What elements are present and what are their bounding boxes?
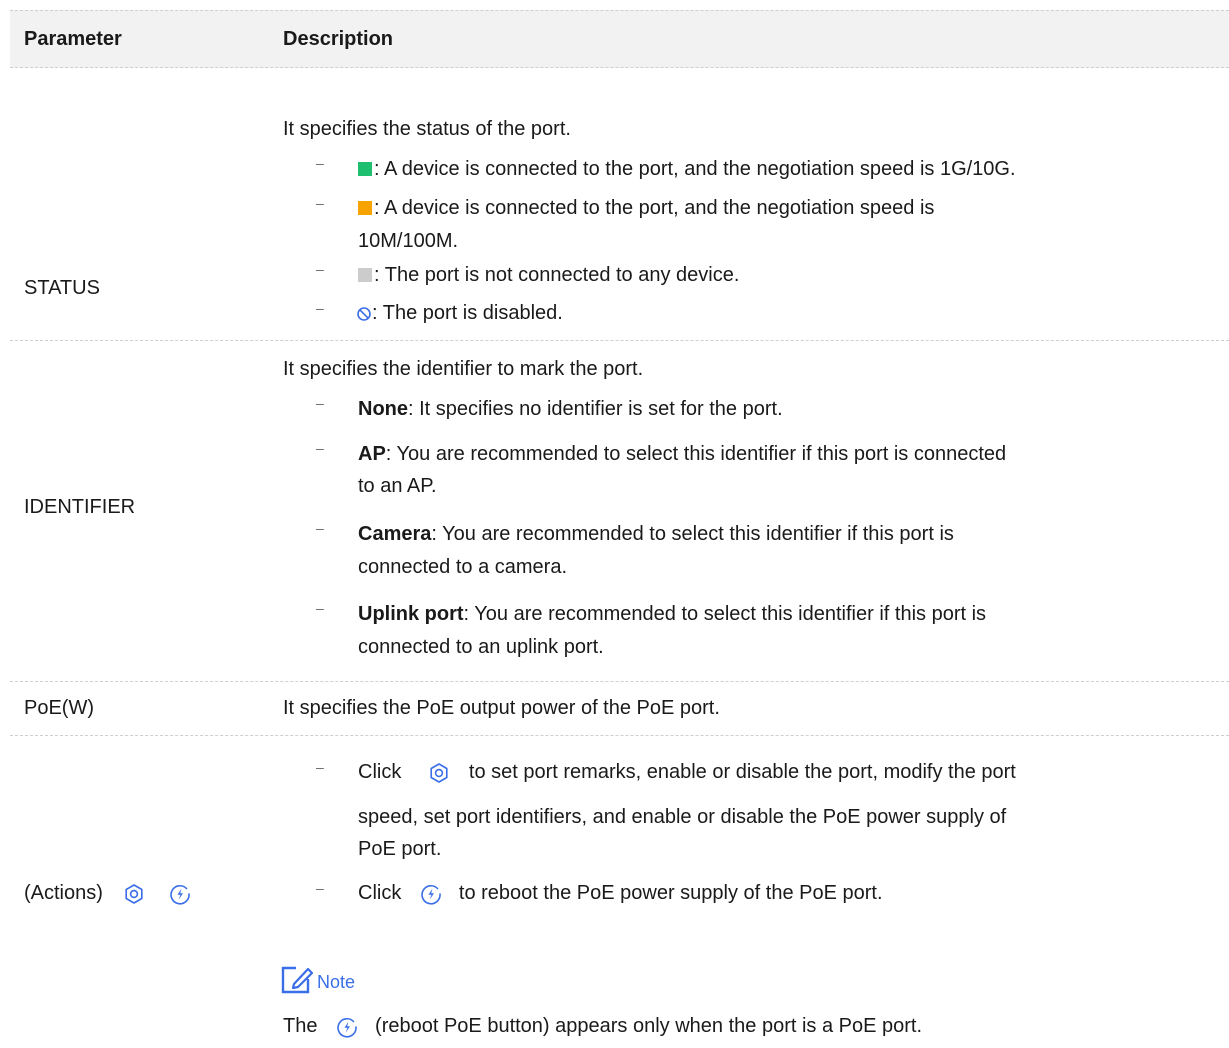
gray-status-square: [358, 268, 372, 282]
action-text: to reboot the PoE power supply of the Po…: [458, 882, 883, 904]
status-intro: It specifies the status of the port.: [283, 118, 571, 140]
reboot-poe-icon: [421, 884, 441, 905]
status-item-text: : A device is connected to the port, and…: [374, 197, 935, 219]
list-bullet: –: [316, 440, 324, 456]
list-bullet: –: [316, 395, 324, 411]
header-parameter: Parameter: [24, 28, 122, 50]
row-divider: [10, 735, 1229, 736]
list-bullet: –: [316, 155, 324, 171]
identifier-item-uplink: Uplink port: You are recommended to sele…: [358, 602, 986, 626]
action-item-reboot: Click to reboot the PoE power supply of …: [358, 881, 883, 906]
reboot-poe-icon: [170, 884, 190, 905]
orange-status-square: [358, 201, 372, 215]
identifier-intro: It specifies the identifier to mark the …: [283, 358, 644, 380]
status-item-text-cont: 10M/100M.: [358, 230, 459, 252]
status-item-disabled: : The port is disabled.: [356, 301, 563, 325]
settings-gear-icon: [430, 762, 448, 783]
identifier-term: AP: [358, 443, 386, 465]
param-status: STATUS: [24, 277, 100, 299]
identifier-text: : You are recommended to select this ide…: [463, 603, 987, 625]
parameter-table: Parameter Description STATUS It specifie…: [0, 0, 1229, 1048]
note-text-post: (reboot PoE button) appears only when th…: [375, 1015, 923, 1037]
action-click-text: Click: [358, 761, 402, 783]
identifier-text: : You are recommended to select this ide…: [431, 523, 954, 545]
actions-label: (Actions): [24, 882, 103, 904]
action-text-cont: speed, set port identifiers, and enable …: [358, 806, 1007, 828]
identifier-text-cont: connected to an uplink port.: [358, 636, 604, 658]
identifier-text: : You are recommended to select this ide…: [385, 443, 1007, 465]
list-bullet: –: [316, 195, 324, 211]
note-label: Note: [317, 972, 356, 992]
note-text: The (reboot PoE button) appears only whe…: [283, 1014, 922, 1039]
status-item-green: : A device is connected to the port, and…: [358, 157, 1016, 181]
list-bullet: –: [316, 880, 324, 896]
row-divider: [10, 681, 1229, 682]
param-poe: PoE(W): [24, 697, 94, 719]
action-click-text: Click: [358, 882, 402, 904]
header-description: Description: [283, 28, 394, 50]
table-header: Parameter Description: [10, 10, 1229, 68]
list-bullet: –: [316, 600, 324, 616]
status-item-text: : The port is disabled.: [372, 302, 563, 324]
param-actions: (Actions): [24, 881, 192, 906]
identifier-text-cont: connected to a camera.: [358, 556, 568, 578]
identifier-text-cont: to an AP.: [358, 475, 437, 497]
list-bullet: –: [316, 261, 324, 277]
row-divider: [10, 340, 1229, 341]
identifier-item-none: None: It specifies no identifier is set …: [358, 397, 783, 421]
disabled-circle-icon: [357, 306, 371, 321]
status-item-text: : A device is connected to the port, and…: [374, 158, 1016, 180]
identifier-item-ap: AP: You are recommended to select this i…: [358, 442, 1006, 466]
action-text-cont: PoE port.: [358, 838, 442, 860]
identifier-term: Camera: [358, 523, 432, 545]
list-bullet: –: [316, 300, 324, 316]
green-status-square: [358, 162, 372, 176]
identifier-term: Uplink port: [358, 603, 464, 625]
list-bullet: –: [316, 759, 324, 775]
identifier-text: : It specifies no identifier is set for …: [408, 398, 783, 420]
note-pencil-icon: [281, 966, 314, 994]
status-item-gray: : The port is not connected to any devic…: [358, 263, 739, 287]
settings-gear-icon: [125, 883, 144, 904]
status-item-text: : The port is not connected to any devic…: [374, 264, 740, 286]
list-bullet: –: [316, 520, 324, 536]
poe-desc: It specifies the PoE output power of the…: [283, 697, 720, 719]
note-text-pre: The: [283, 1015, 318, 1037]
action-text: to set port remarks, enable or disable t…: [468, 761, 1016, 783]
identifier-item-camera: Camera: You are recommended to select th…: [358, 522, 954, 546]
status-item-orange: : A device is connected to the port, and…: [358, 196, 934, 220]
identifier-term: None: [358, 398, 408, 420]
reboot-poe-icon: [337, 1017, 357, 1038]
param-identifier: IDENTIFIER: [24, 496, 136, 518]
action-item-settings: Click to set port remarks, enable or dis…: [358, 760, 1016, 785]
